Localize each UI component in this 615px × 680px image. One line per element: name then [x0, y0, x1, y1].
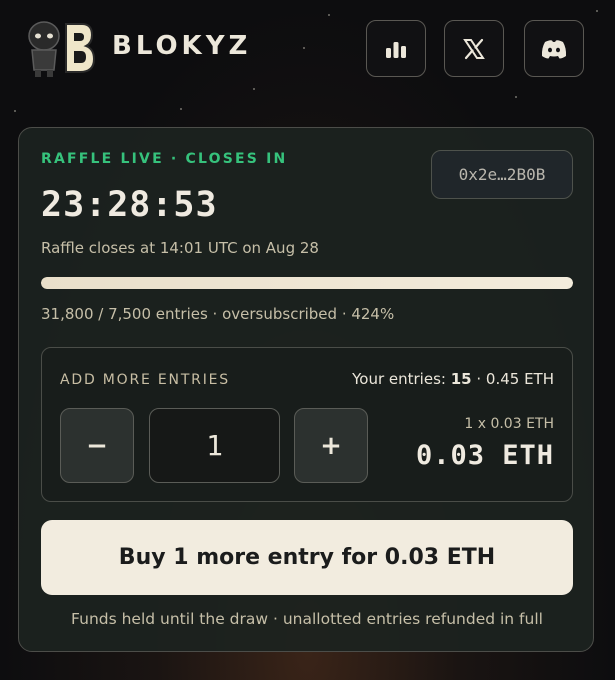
unit-price: 1 x 0.03 ETH	[464, 416, 554, 432]
your-entries-summary: Your entries: 15 · 0.45 ETH	[352, 370, 554, 388]
entries-progress-bar	[41, 277, 573, 289]
x-logo-icon	[463, 38, 485, 59]
countdown-timer: 23:28:53	[41, 185, 218, 225]
add-entries-title: ADD MORE ENTRIES	[60, 372, 230, 388]
discord-button[interactable]	[524, 20, 584, 77]
total-price: 0.03 ETH	[415, 440, 554, 471]
entries-stat: 31,800 / 7,500 entries · oversubscribed …	[41, 305, 395, 323]
raffle-close-time: Raffle closes at 14:01 UTC on Aug 28	[41, 239, 319, 257]
mascot-logo-icon	[28, 21, 60, 77]
stats-button[interactable]	[366, 20, 426, 77]
brand-name: BLOKYZ	[112, 31, 252, 61]
buy-entry-button[interactable]: Buy 1 more entry for 0.03 ETH	[41, 520, 573, 595]
b-logo-icon	[65, 23, 96, 73]
increment-button[interactable]: +	[294, 408, 368, 483]
contract-address-chip[interactable]: 0x2e…2B0B	[431, 150, 573, 199]
decrement-button[interactable]: −	[60, 408, 134, 483]
your-entries-label: Your entries:	[352, 370, 446, 388]
your-entries-total: · 0.45 ETH	[476, 370, 554, 388]
raffle-status-label: RAFFLE LIVE · CLOSES IN	[41, 151, 288, 167]
quantity-input[interactable]: 1	[149, 408, 280, 483]
refund-footnote: Funds held until the draw · unallotted e…	[71, 610, 543, 628]
entries-progress-fill	[41, 277, 573, 289]
discord-icon	[541, 39, 567, 58]
x-social-button[interactable]	[444, 20, 504, 77]
site-header: BLOKYZ	[0, 0, 615, 100]
your-entries-count: 15	[450, 370, 472, 388]
bar-chart-icon	[386, 41, 406, 58]
add-entries-panel: ADD MORE ENTRIES Your entries: 15 · 0.45…	[41, 347, 573, 502]
raffle-card: RAFFLE LIVE · CLOSES IN 0x2e…2B0B 23:28:…	[18, 127, 594, 652]
